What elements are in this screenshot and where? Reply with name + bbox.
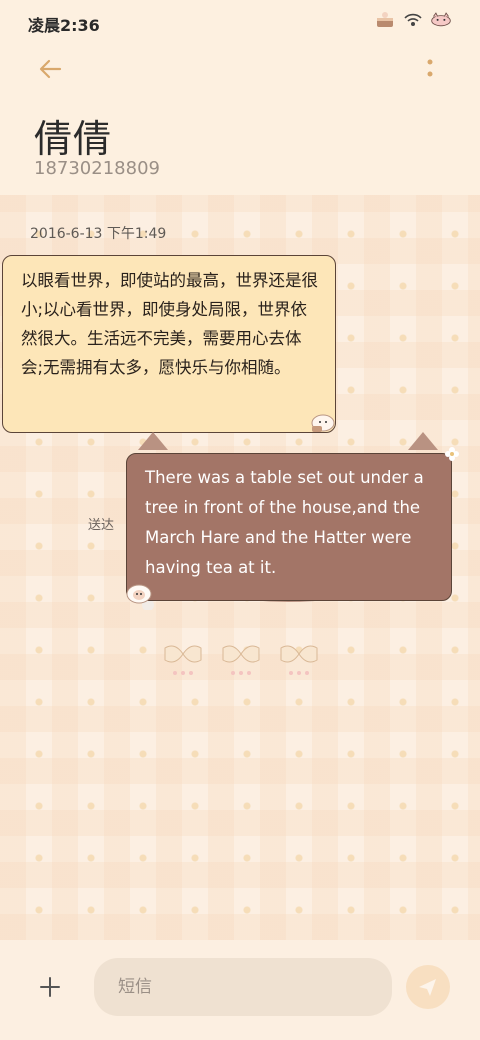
- battery-icon: [431, 12, 451, 27]
- delivery-status: 送达: [88, 518, 115, 533]
- send-icon: [419, 979, 436, 996]
- outgoing-message-bubble[interactable]: There was a table set out under a tree i…: [126, 453, 452, 601]
- incoming-message-bubble[interactable]: 以眼看世界，即使站的最高，世界还是很小;以心看世界，即使身处局限，世界依然很大。…: [2, 255, 336, 433]
- message-input[interactable]: [94, 958, 392, 1016]
- cake-icon: [377, 12, 393, 27]
- message-timestamp: 2016-6-13 下午1:49: [30, 226, 167, 242]
- wifi-icon: [404, 13, 422, 26]
- incoming-message-text: 以眼看世界，即使站的最高，世界还是很小;以心看世界，即使身处局限，世界依然很大。…: [21, 271, 318, 377]
- plus-icon[interactable]: [36, 973, 64, 1001]
- contact-name: 倩倩: [34, 117, 113, 161]
- more-vertical-icon[interactable]: [422, 56, 438, 82]
- flower-icon: [445, 447, 459, 461]
- send-button[interactable]: [406, 965, 450, 1009]
- status-icons: [374, 10, 452, 28]
- sheep-corner-icon: [126, 584, 152, 604]
- contact-phone: 18730218809: [34, 158, 160, 179]
- back-arrow-icon[interactable]: [36, 56, 66, 82]
- status-time: 凌晨2:36: [28, 16, 100, 35]
- bow-decoration-icon: [164, 645, 318, 675]
- outgoing-message-text: There was a table set out under a tree i…: [145, 468, 424, 577]
- status-bar: 凌晨2:36: [0, 0, 480, 44]
